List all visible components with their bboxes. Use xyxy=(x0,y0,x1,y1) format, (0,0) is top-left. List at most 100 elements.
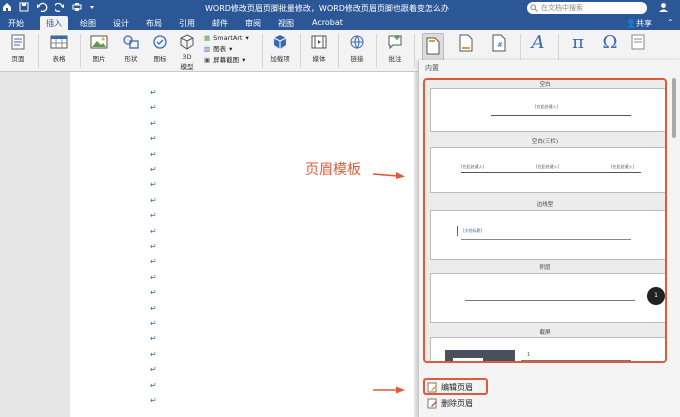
template-screen[interactable]: 1 xyxy=(430,337,665,361)
paragraph-mark-icon: ↵ xyxy=(150,149,157,159)
ribbon-separator xyxy=(300,34,301,68)
document-margin xyxy=(0,72,70,417)
smartart-icon: ▦ xyxy=(204,34,211,42)
picture-button[interactable]: 图片 xyxy=(88,34,110,63)
template-sideline[interactable]: [文档标题] xyxy=(430,210,665,260)
template-label-blank-3col: 空白(三栏) xyxy=(531,139,559,145)
comment-icon xyxy=(388,35,402,50)
paragraph-mark-icon: ↵ xyxy=(150,288,157,298)
smartart-label: SmartArt xyxy=(213,34,243,42)
template-stacked[interactable]: 1 xyxy=(430,273,665,323)
tab-insert[interactable]: 插入 xyxy=(40,16,68,30)
header-rule xyxy=(465,300,635,301)
comment-button[interactable]: 批注 xyxy=(384,34,406,63)
page-number-button[interactable]: # xyxy=(488,34,510,55)
account-icon[interactable] xyxy=(658,2,669,13)
annotation-arrow-icon xyxy=(372,172,405,179)
page-label: 页面 xyxy=(11,55,25,63)
chart-button[interactable]: ▥ 图表 ▾ xyxy=(204,44,249,55)
template-page-number: 1 xyxy=(527,352,531,358)
tab-acrobat[interactable]: Acrobat xyxy=(312,18,343,27)
icons-button[interactable]: 图标 xyxy=(150,34,170,63)
addins-button[interactable]: 加载项 xyxy=(268,34,292,63)
home-icon[interactable] xyxy=(2,2,12,12)
field-icon xyxy=(631,34,645,50)
wordart-icon: A xyxy=(531,32,545,53)
template-doc-title: [文档标题] xyxy=(463,228,483,233)
tab-design[interactable]: 设计 xyxy=(113,18,129,29)
paragraph-mark-icon: ↵ xyxy=(150,165,157,174)
tab-view[interactable]: 视图 xyxy=(278,18,294,29)
pi-icon: π xyxy=(572,32,584,53)
template-blank-3col[interactable]: [在此处键入] [在此处键入] [在此处键入] xyxy=(430,147,665,193)
template-placeholder-center: [在此处键入] xyxy=(536,164,560,169)
customize-toolbar-icon[interactable] xyxy=(89,2,95,12)
chevron-down-icon: ▾ xyxy=(242,56,246,64)
paragraph-mark-icon: ↵ xyxy=(150,334,157,344)
tab-draw[interactable]: 绘图 xyxy=(80,18,96,29)
table-button[interactable]: 表格 xyxy=(48,34,70,63)
undo-icon[interactable] xyxy=(36,2,48,12)
template-label-screen: 截屏 xyxy=(539,330,551,336)
search-icon xyxy=(530,4,538,12)
redo-icon[interactable] xyxy=(55,2,65,12)
link-button[interactable]: 链接 xyxy=(346,34,368,63)
search-input[interactable]: 在文档中搜索 xyxy=(527,2,647,14)
tab-mailings[interactable]: 邮件 xyxy=(212,18,228,29)
comment-label: 批注 xyxy=(388,55,402,63)
header-dropdown: 内置 空白 [在此处键入] 空白(三栏) [在此处键入] [在此处键入] [在此… xyxy=(418,60,680,417)
paragraph-mark-icon: ↵ xyxy=(150,272,157,282)
search-placeholder: 在文档中搜索 xyxy=(541,4,583,12)
screenshot-button[interactable]: ▣ 屏幕截图 ▾ xyxy=(204,55,249,66)
media-label: 媒体 xyxy=(312,55,326,63)
header-icon xyxy=(426,37,440,55)
picture-label: 图片 xyxy=(92,55,106,63)
paragraph-mark-icon: ↵ xyxy=(150,180,157,190)
ribbon-separator xyxy=(376,34,377,68)
annotation-arrow-icon xyxy=(373,386,405,394)
icons-label: 图标 xyxy=(153,55,167,63)
collapse-ribbon-icon[interactable]: ⌃ xyxy=(667,18,674,27)
tab-references[interactable]: 引用 xyxy=(179,18,195,29)
shapes-button[interactable]: 形状 xyxy=(120,34,142,63)
template-blank[interactable]: [在此处键入] xyxy=(430,88,665,132)
header-rule xyxy=(461,172,641,173)
symbol-button[interactable]: Ω xyxy=(598,34,622,55)
tab-home[interactable]: 开始 xyxy=(8,18,24,29)
ribbon-tabs: 开始 插入 绘图 设计 布局 引用 邮件 审阅 视图 Acrobat 👤共享 ⌃ xyxy=(0,16,680,30)
template-placeholder: [在此处键入] xyxy=(535,104,559,109)
paragraph-mark-icon: ↵ xyxy=(150,396,157,405)
print-icon[interactable] xyxy=(72,2,82,12)
paragraph-mark-icon: ↵ xyxy=(150,103,157,113)
header-template-gallery[interactable]: 空白 [在此处键入] 空白(三栏) [在此处键入] [在此处键入] [在此处键入… xyxy=(423,78,667,363)
delete-header-command[interactable]: 删除页眉 xyxy=(427,398,473,409)
smartart-button[interactable]: ▦ SmartArt ▾ xyxy=(204,33,249,44)
save-icon[interactable] xyxy=(19,2,29,12)
footer-button[interactable] xyxy=(455,34,477,55)
template-placeholder-right: [在此处键入] xyxy=(611,164,635,169)
equation-button[interactable]: π xyxy=(566,34,590,55)
page-button[interactable]: 页面 xyxy=(8,34,28,63)
3d-model-button[interactable]: 3D 模型 xyxy=(177,34,197,71)
scrollbar-thumb[interactable] xyxy=(672,78,676,138)
picture-icon xyxy=(90,35,108,49)
cube-icon xyxy=(180,34,194,50)
gallery-scrollbar[interactable] xyxy=(671,78,677,363)
paragraph-mark-icon: ↵ xyxy=(150,211,157,221)
paragraph-mark-icon: ↵ xyxy=(150,257,157,267)
wordart-button[interactable]: A xyxy=(526,34,550,55)
paragraph-mark-icon: ↵ xyxy=(150,349,157,359)
media-button[interactable]: 媒体 xyxy=(308,34,330,63)
screenshot-label: 屏幕截图 xyxy=(213,56,240,64)
extra-button[interactable] xyxy=(628,34,648,53)
header-button[interactable] xyxy=(422,33,444,61)
window-title: WORD修改页眉页脚批量修改，WORD修改页眉页脚也跟着变怎么办 xyxy=(205,4,449,13)
tab-layout[interactable]: 布局 xyxy=(146,18,162,29)
document-page[interactable] xyxy=(70,72,414,417)
sideline-bar xyxy=(457,226,458,236)
tab-review[interactable]: 审阅 xyxy=(245,18,261,29)
share-label: 共享 xyxy=(635,19,652,28)
ribbon-separator xyxy=(80,34,81,68)
paragraph-mark-icon: ↵ xyxy=(150,303,157,313)
share-button[interactable]: 👤共享 xyxy=(626,18,652,29)
